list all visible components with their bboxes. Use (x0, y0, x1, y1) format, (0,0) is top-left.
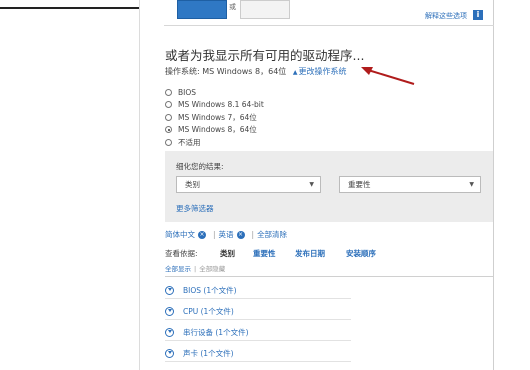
os-label: 操作系统: MS Windows 8，64位 (165, 67, 287, 76)
change-os-link[interactable]: ▲更改操作系统 (293, 67, 347, 76)
top-primary-button[interactable] (177, 0, 227, 19)
os-option[interactable]: BIOS (165, 86, 264, 99)
os-option[interactable]: MS Windows 7，64位 (165, 111, 264, 124)
main-content: 或 解释这些选项 i 或者为我显示所有可用的驱动程序... 操作系统: MS W… (140, 0, 530, 370)
chip-separator: | (251, 230, 255, 239)
category-label: CPU (1个文件) (183, 306, 234, 316)
tab-category[interactable]: 类别 (220, 248, 235, 259)
clear-all-link[interactable]: 全部清除 (257, 229, 287, 240)
refine-results-title: 细化您的结果: (176, 162, 224, 171)
importance-select[interactable]: 重要性 ▼ (339, 176, 481, 193)
radio-button[interactable] (165, 88, 172, 96)
show-all-link[interactable]: 全部显示 (165, 265, 191, 273)
expand-circle-icon[interactable] (165, 306, 174, 316)
view-by-label: 查看依据: (165, 249, 198, 258)
expand-circle-icon[interactable] (165, 285, 174, 295)
category-row-bios[interactable]: BIOS (1个文件) (165, 282, 351, 299)
os-option[interactable]: MS Windows 8，64位 (165, 124, 264, 137)
radio-button-checked[interactable] (165, 126, 172, 134)
os-line: 操作系统: MS Windows 8，64位 ▲更改操作系统 (165, 66, 346, 77)
info-icon[interactable]: i (473, 10, 483, 20)
annotation-arrow-icon (361, 67, 415, 85)
category-select-value: 类别 (185, 180, 200, 189)
tab-install-order[interactable]: 安装顺序 (346, 248, 376, 259)
right-frame-border (493, 0, 494, 370)
expand-circle-icon[interactable] (165, 348, 174, 358)
os-option-label: 不适用 (178, 137, 201, 147)
refine-results-panel: 细化您的结果: 类别 ▼ 重要性 ▼ 更多筛选器 (165, 151, 493, 222)
importance-select-value: 重要性 (348, 180, 371, 189)
category-select[interactable]: 类别 ▼ (176, 176, 321, 193)
category-row-cpu[interactable]: CPU (1个文件) (165, 303, 351, 320)
hide-all-link[interactable]: 全部隐藏 (199, 265, 225, 273)
section-heading: 或者为我显示所有可用的驱动程序... (165, 48, 365, 63)
chip-separator: | (213, 230, 216, 239)
chevron-down-icon: ▼ (309, 181, 314, 188)
os-option-label: MS Windows 7，64位 (178, 112, 257, 122)
category-label: 声卡 (1个文件) (183, 348, 234, 358)
top-divider (164, 25, 494, 26)
os-option-list: BIOS MS Windows 8.1 64-bit MS Windows 7，… (165, 86, 264, 149)
os-option[interactable]: 不适用 (165, 136, 264, 149)
explain-options-link[interactable]: 解释这些选项 (425, 11, 467, 21)
top-secondary-button[interactable] (240, 0, 290, 19)
top-or-text: 或 (229, 3, 236, 11)
os-option-label: MS Windows 8.1 64-bit (178, 100, 264, 110)
more-filters-link[interactable]: 更多筛选器 (176, 203, 214, 214)
left-top-line (0, 7, 139, 9)
radio-button[interactable] (165, 138, 172, 146)
radio-button[interactable] (165, 113, 172, 121)
os-option[interactable]: MS Windows 8.1 64-bit (165, 99, 264, 112)
expand-circle-icon[interactable] (165, 327, 174, 337)
active-filter-chips: 简体中文 × | 英语 × | 全部清除 (165, 229, 287, 240)
remove-chip-icon[interactable]: × (236, 230, 245, 239)
category-label: 串行设备 (1个文件) (183, 327, 249, 337)
chevron-down-icon: ▼ (469, 181, 474, 188)
radio-button[interactable] (165, 101, 172, 109)
change-os-link-label: 更改操作系统 (298, 67, 347, 76)
expand-collapse-links: 全部显示 | 全部隐藏 (165, 263, 225, 273)
os-option-label: BIOS (178, 87, 197, 97)
list-divider (165, 276, 493, 277)
tab-importance[interactable]: 重要性 (253, 248, 276, 259)
left-pane (0, 0, 140, 370)
link-separator: | (194, 265, 197, 273)
remove-chip-icon[interactable]: × (198, 230, 206, 239)
os-option-label: MS Windows 8，64位 (178, 125, 257, 135)
category-row-sound[interactable]: 声卡 (1个文件) (165, 345, 351, 362)
category-label: BIOS (1个文件) (183, 285, 237, 295)
chip-simplified-chinese: 简体中文 (165, 230, 195, 239)
triangle-up-icon: ▲ (292, 69, 298, 76)
tab-release-date[interactable]: 发布日期 (295, 248, 325, 259)
chip-english: 英语 (218, 230, 234, 239)
category-row-serial[interactable]: 串行设备 (1个文件) (165, 324, 351, 341)
